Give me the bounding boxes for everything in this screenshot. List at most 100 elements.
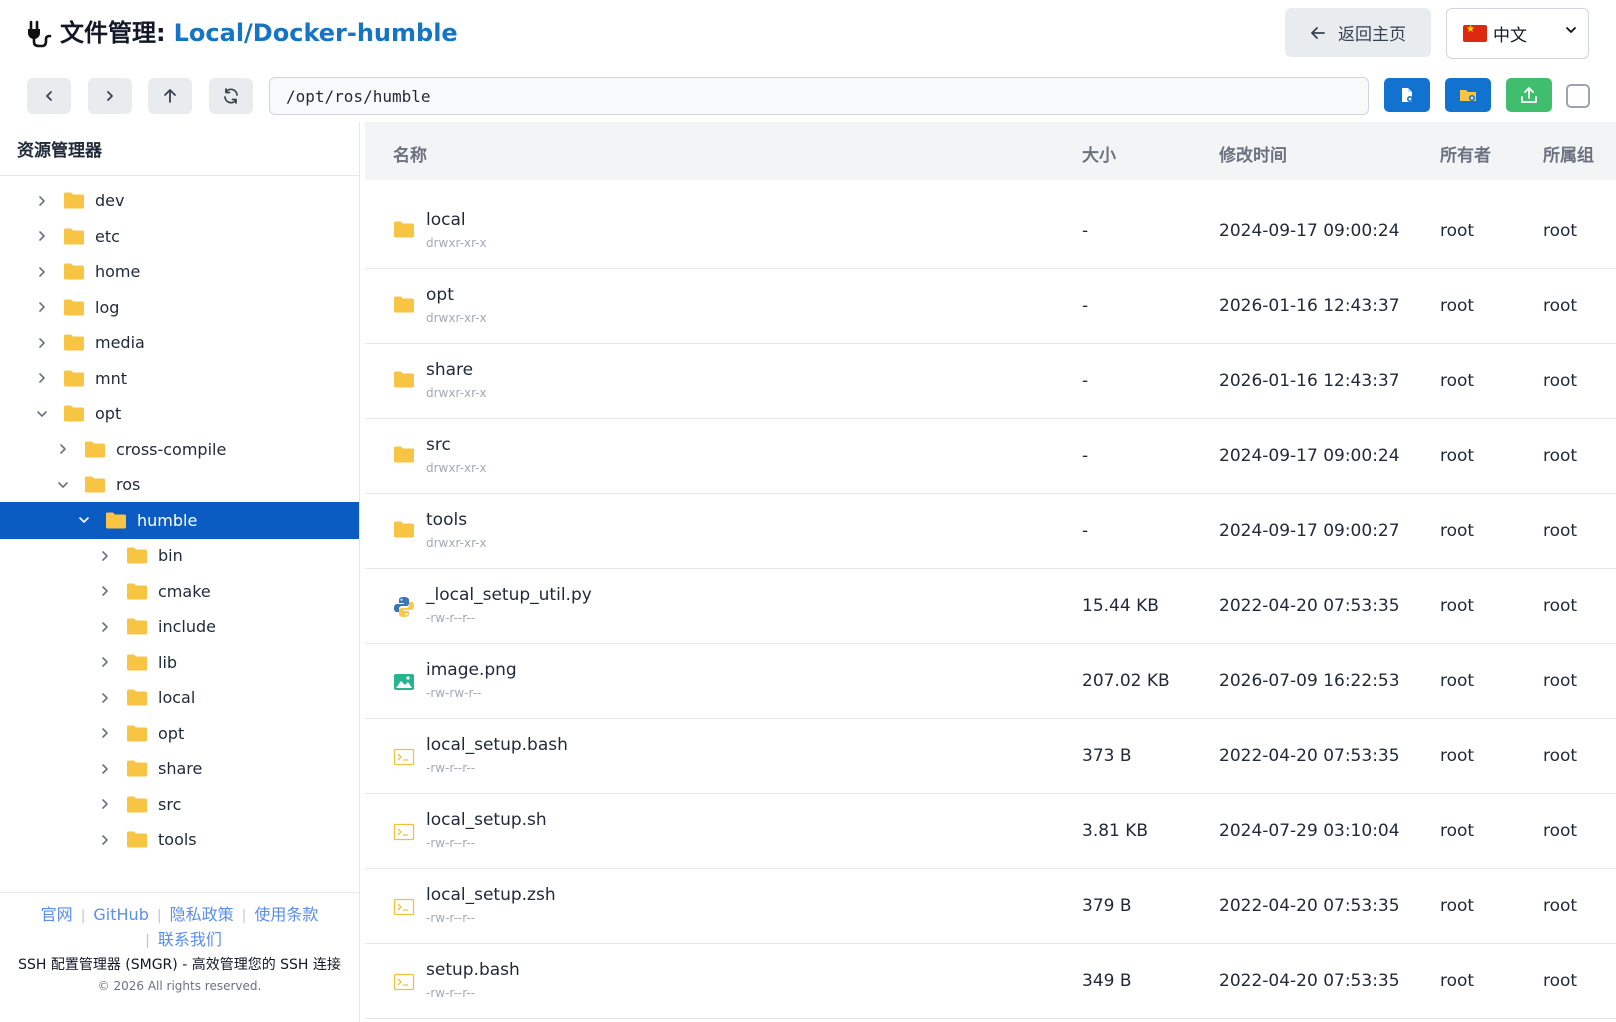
file-permissions: drwxr-xr-x: [426, 311, 487, 325]
table-row[interactable]: _local_setup_util.py -rw-r--r-- 15.44 KB 20…: [365, 569, 1616, 644]
tree-item-opt[interactable]: opt: [0, 715, 359, 752]
file-name[interactable]: local_setup.zsh: [426, 885, 556, 905]
chevron-right-icon[interactable]: [35, 371, 49, 385]
chevron-right-icon[interactable]: [98, 691, 112, 705]
chevron-right-icon[interactable]: [35, 336, 49, 350]
file-tree[interactable]: dev etc home log media mnt opt cross-compile ros…: [0, 176, 359, 892]
file-owner: root: [1440, 221, 1475, 241]
footer-link-terms[interactable]: 使用条款: [254, 905, 318, 924]
tree-item-lib[interactable]: lib: [0, 644, 359, 681]
footer-link-privacy[interactable]: 隐私政策: [170, 905, 234, 924]
folder-icon: [63, 405, 85, 422]
file-name[interactable]: src: [426, 435, 451, 455]
file-owner: root: [1440, 971, 1475, 991]
column-header-group[interactable]: 所属组: [1543, 141, 1594, 166]
table-row[interactable]: tools drwxr-xr-x - 2024-09-17 09:00:27 root r…: [365, 494, 1616, 569]
table-row[interactable]: setup.bash -rw-r--r-- 349 B 2022-04-20 07:5…: [365, 944, 1616, 1019]
title-label: 文件管理:: [60, 19, 166, 47]
new-folder-button[interactable]: [1445, 78, 1491, 112]
chevron-down-icon[interactable]: [77, 513, 91, 527]
chevron-right-icon[interactable]: [98, 549, 112, 563]
footer-link-contact[interactable]: 联系我们: [158, 930, 222, 949]
table-row[interactable]: share drwxr-xr-x - 2026-01-16 12:43:37 root r…: [365, 344, 1616, 419]
tree-item-include[interactable]: include: [0, 608, 359, 645]
tree-item-opt[interactable]: opt: [0, 395, 359, 432]
folder-icon: [105, 512, 127, 529]
chevron-right-icon[interactable]: [98, 655, 112, 669]
back-button[interactable]: [27, 78, 71, 114]
column-header-size[interactable]: 大小: [1082, 141, 1116, 166]
chevron-right-icon[interactable]: [98, 620, 112, 634]
tree-item-etc[interactable]: etc: [0, 218, 359, 255]
file-name[interactable]: image.png: [426, 660, 517, 680]
language-select[interactable]: 中文: [1446, 8, 1589, 59]
chevron-right-icon[interactable]: [98, 584, 112, 598]
toolbar: [0, 72, 1616, 122]
chevron-right-icon[interactable]: [35, 194, 49, 208]
tree-item-label: opt: [158, 723, 185, 743]
chevron-right-icon[interactable]: [98, 762, 112, 776]
footer-link-github[interactable]: GitHub: [93, 905, 148, 924]
new-file-button[interactable]: [1384, 78, 1430, 112]
folder-icon: [393, 221, 415, 243]
chevron-right-icon[interactable]: [98, 726, 112, 740]
tree-item-tools[interactable]: tools: [0, 821, 359, 858]
file-name[interactable]: setup.bash: [426, 960, 520, 980]
file-permissions: drwxr-xr-x: [426, 461, 487, 475]
chevron-right-icon[interactable]: [98, 797, 112, 811]
table-row[interactable]: local drwxr-xr-x - 2024-09-17 09:00:24 root r…: [365, 194, 1616, 269]
tree-item-cmake[interactable]: cmake: [0, 573, 359, 610]
column-header-owner[interactable]: 所有者: [1440, 141, 1491, 166]
chevron-right-icon[interactable]: [35, 229, 49, 243]
file-name[interactable]: local_setup.sh: [426, 810, 547, 830]
footer-separator: |: [156, 908, 162, 924]
tree-item-cross-compile[interactable]: cross-compile: [0, 431, 359, 468]
folder-icon: [126, 583, 148, 600]
tree-item-mnt[interactable]: mnt: [0, 360, 359, 397]
column-header-name[interactable]: 名称: [393, 141, 427, 166]
table-row[interactable]: image.png -rw-rw-r-- 207.02 KB 2026-07-09 1…: [365, 644, 1616, 719]
column-header-mtime[interactable]: 修改时间: [1219, 141, 1287, 166]
refresh-button[interactable]: [209, 78, 253, 114]
footer-link-website[interactable]: 官网: [41, 905, 73, 924]
tree-item-log[interactable]: log: [0, 289, 359, 326]
chevron-down-icon[interactable]: [56, 478, 70, 492]
tree-item-dev[interactable]: dev: [0, 182, 359, 219]
table-row[interactable]: opt drwxr-xr-x - 2026-01-16 12:43:37 root roo…: [365, 269, 1616, 344]
table-row[interactable]: src drwxr-xr-x - 2024-09-17 09:00:24 root roo…: [365, 419, 1616, 494]
file-group: root: [1543, 746, 1578, 766]
tree-item-bin[interactable]: bin: [0, 537, 359, 574]
file-name[interactable]: share: [426, 360, 473, 380]
select-all-checkbox[interactable]: [1566, 84, 1590, 108]
tree-item-media[interactable]: media: [0, 324, 359, 361]
tree-item-home[interactable]: home: [0, 253, 359, 290]
file-name[interactable]: _local_setup_util.py: [426, 585, 592, 605]
file-name[interactable]: local_setup.bash: [426, 735, 568, 755]
tree-item-ros[interactable]: ros: [0, 466, 359, 503]
path-input[interactable]: [269, 77, 1369, 115]
parent-directory-button[interactable]: [148, 78, 192, 114]
file-name[interactable]: local: [426, 210, 466, 230]
chevron-right-icon[interactable]: [98, 833, 112, 847]
table-row[interactable]: local_setup.zsh -rw-r--r-- 379 B 2022-04-20…: [365, 869, 1616, 944]
tree-item-src[interactable]: src: [0, 786, 359, 823]
file-name[interactable]: tools: [426, 510, 467, 530]
shell-script-icon: [393, 971, 415, 993]
tree-item-share[interactable]: share: [0, 750, 359, 787]
chevron-right-icon[interactable]: [35, 265, 49, 279]
upload-button[interactable]: [1506, 78, 1552, 112]
tree-item-local[interactable]: local: [0, 679, 359, 716]
forward-button[interactable]: [88, 78, 132, 114]
chevron-right-icon[interactable]: [35, 300, 49, 314]
file-name[interactable]: opt: [426, 285, 454, 305]
table-row[interactable]: local_setup.bash -rw-r--r-- 373 B 2022-04-2…: [365, 719, 1616, 794]
chevron-down-icon[interactable]: [35, 407, 49, 421]
tree-item-label: share: [158, 759, 203, 778]
tree-item-label: include: [158, 617, 216, 636]
chevron-right-icon[interactable]: [56, 442, 70, 456]
tree-item-humble[interactable]: humble: [0, 501, 359, 539]
back-home-button[interactable]: 返回主页: [1285, 8, 1431, 57]
tree-item-label: tools: [158, 830, 197, 849]
table-row[interactable]: local_setup.sh -rw-r--r-- 3.81 KB 2024-07-2…: [365, 794, 1616, 869]
folder-icon: [393, 521, 415, 543]
